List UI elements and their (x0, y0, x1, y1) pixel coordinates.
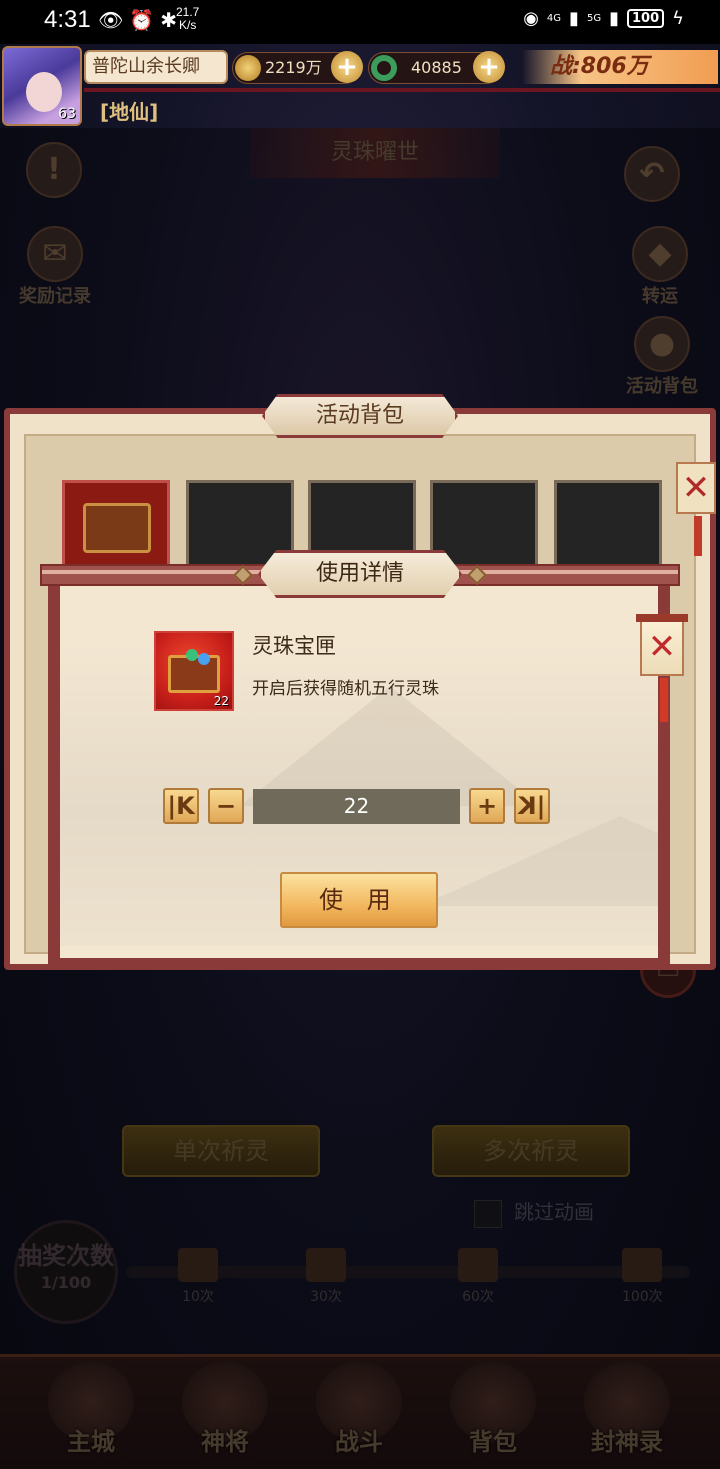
bag-close-button[interactable]: ✕ (676, 462, 716, 556)
first-icon: |K (167, 792, 195, 820)
treasure-box-icon (168, 655, 220, 693)
lantern-cap (636, 614, 688, 622)
clock: 4:31 (44, 6, 91, 33)
tassel (694, 516, 702, 556)
network-speed: 21.7 K/s (176, 5, 200, 32)
modal-close-button[interactable]: ✕ (636, 614, 688, 722)
gem-icon (198, 653, 210, 665)
last-icon: |K (518, 792, 546, 820)
battery-indicator: 100 (626, 9, 665, 28)
min-quantity-button[interactable]: |K (163, 788, 199, 824)
avatar-face (26, 72, 62, 112)
item-icon: 22 (154, 631, 234, 711)
exp-bar (84, 88, 720, 92)
increase-button[interactable]: + (469, 788, 505, 824)
add-coin-button[interactable]: + (331, 51, 363, 83)
use-button[interactable]: 使 用 (280, 872, 438, 928)
bag-slot-item[interactable] (62, 480, 170, 572)
item-count: 22 (213, 694, 229, 708)
chest-icon (83, 503, 151, 553)
jade-value: 40885 (411, 58, 462, 77)
item-description: 开启后获得随机五行灵珠 (252, 679, 439, 699)
quantity-input[interactable]: 22 (253, 789, 460, 824)
status-icons: 👁⏰✱ (98, 8, 184, 32)
coin-value: 2219万 (265, 58, 322, 77)
minus-icon: − (215, 792, 237, 820)
close-icon: ✕ (647, 627, 677, 667)
decrease-button[interactable]: − (208, 788, 244, 824)
player-bar: 63 普陀山余长卿 [地仙] 2219万 + 40885 + 战:806万 (0, 44, 720, 128)
coin-icon (235, 55, 261, 81)
item-name: 灵珠宝匣 (252, 634, 336, 658)
bag-slot-empty[interactable] (554, 480, 662, 572)
game-screen: 4:31 👁⏰✱ 21.7 K/s ◉ 4G ▮ 5G ▮ 100 ϟ 63 普陀… (0, 0, 720, 1469)
add-jade-button[interactable]: + (473, 51, 505, 83)
player-name: 普陀山余长卿 (84, 50, 228, 84)
modal-title: 使用详情 (258, 550, 462, 598)
jade-counter: 40885 + (368, 51, 505, 84)
battle-power: 战:806万 (522, 50, 718, 84)
signal-icon-2: ▮ (609, 8, 619, 29)
signal-icon: ▮ (569, 8, 579, 29)
tassel (660, 678, 668, 722)
jade-icon (371, 55, 397, 81)
status-bar: 4:31 👁⏰✱ 21.7 K/s ◉ 4G ▮ 5G ▮ 100 ϟ (0, 0, 720, 44)
bag-title: 活动背包 (262, 394, 458, 438)
net-4g: 4G (546, 13, 562, 24)
coin-counter: 2219万 + (232, 51, 363, 84)
wifi-icon: ◉ (523, 8, 539, 29)
net-5g: 5G (586, 13, 602, 24)
player-level: 63 (58, 106, 76, 122)
avatar[interactable]: 63 (2, 46, 82, 126)
plus-icon: + (476, 792, 498, 820)
player-rank: [地仙] (100, 100, 159, 124)
mountain-peak (420, 816, 658, 906)
close-icon: ✕ (681, 468, 711, 508)
status-right: ◉ 4G ▮ 5G ▮ 100 ϟ (523, 8, 684, 29)
charging-icon: ϟ (672, 8, 684, 29)
max-quantity-button[interactable]: |K (514, 788, 550, 824)
gem-icon (186, 649, 198, 661)
